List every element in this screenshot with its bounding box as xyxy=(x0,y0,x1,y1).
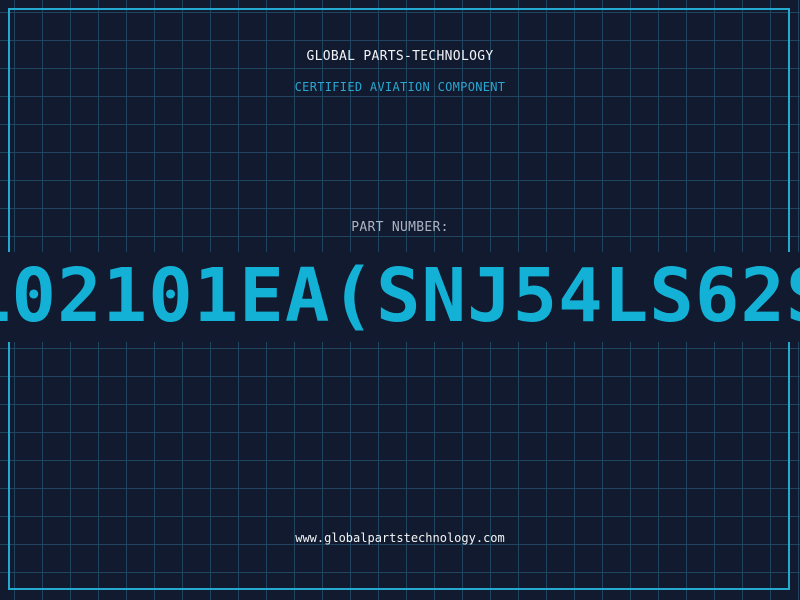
part-number-label: PART NUMBER: xyxy=(351,220,449,235)
part-card: GLOBAL PARTS-TECHNOLOGY CERTIFIED AVIATI… xyxy=(0,0,800,600)
part-number-band: L02101EA(SNJ54LS62S xyxy=(0,252,800,342)
part-number-value: L02101EA(SNJ54LS62S xyxy=(0,253,800,339)
certification-subtitle: CERTIFIED AVIATION COMPONENT xyxy=(294,80,506,94)
website-link[interactable]: www.globalpartstechnology.com xyxy=(0,531,800,545)
company-name: GLOBAL PARTS-TECHNOLOGY xyxy=(306,49,494,64)
